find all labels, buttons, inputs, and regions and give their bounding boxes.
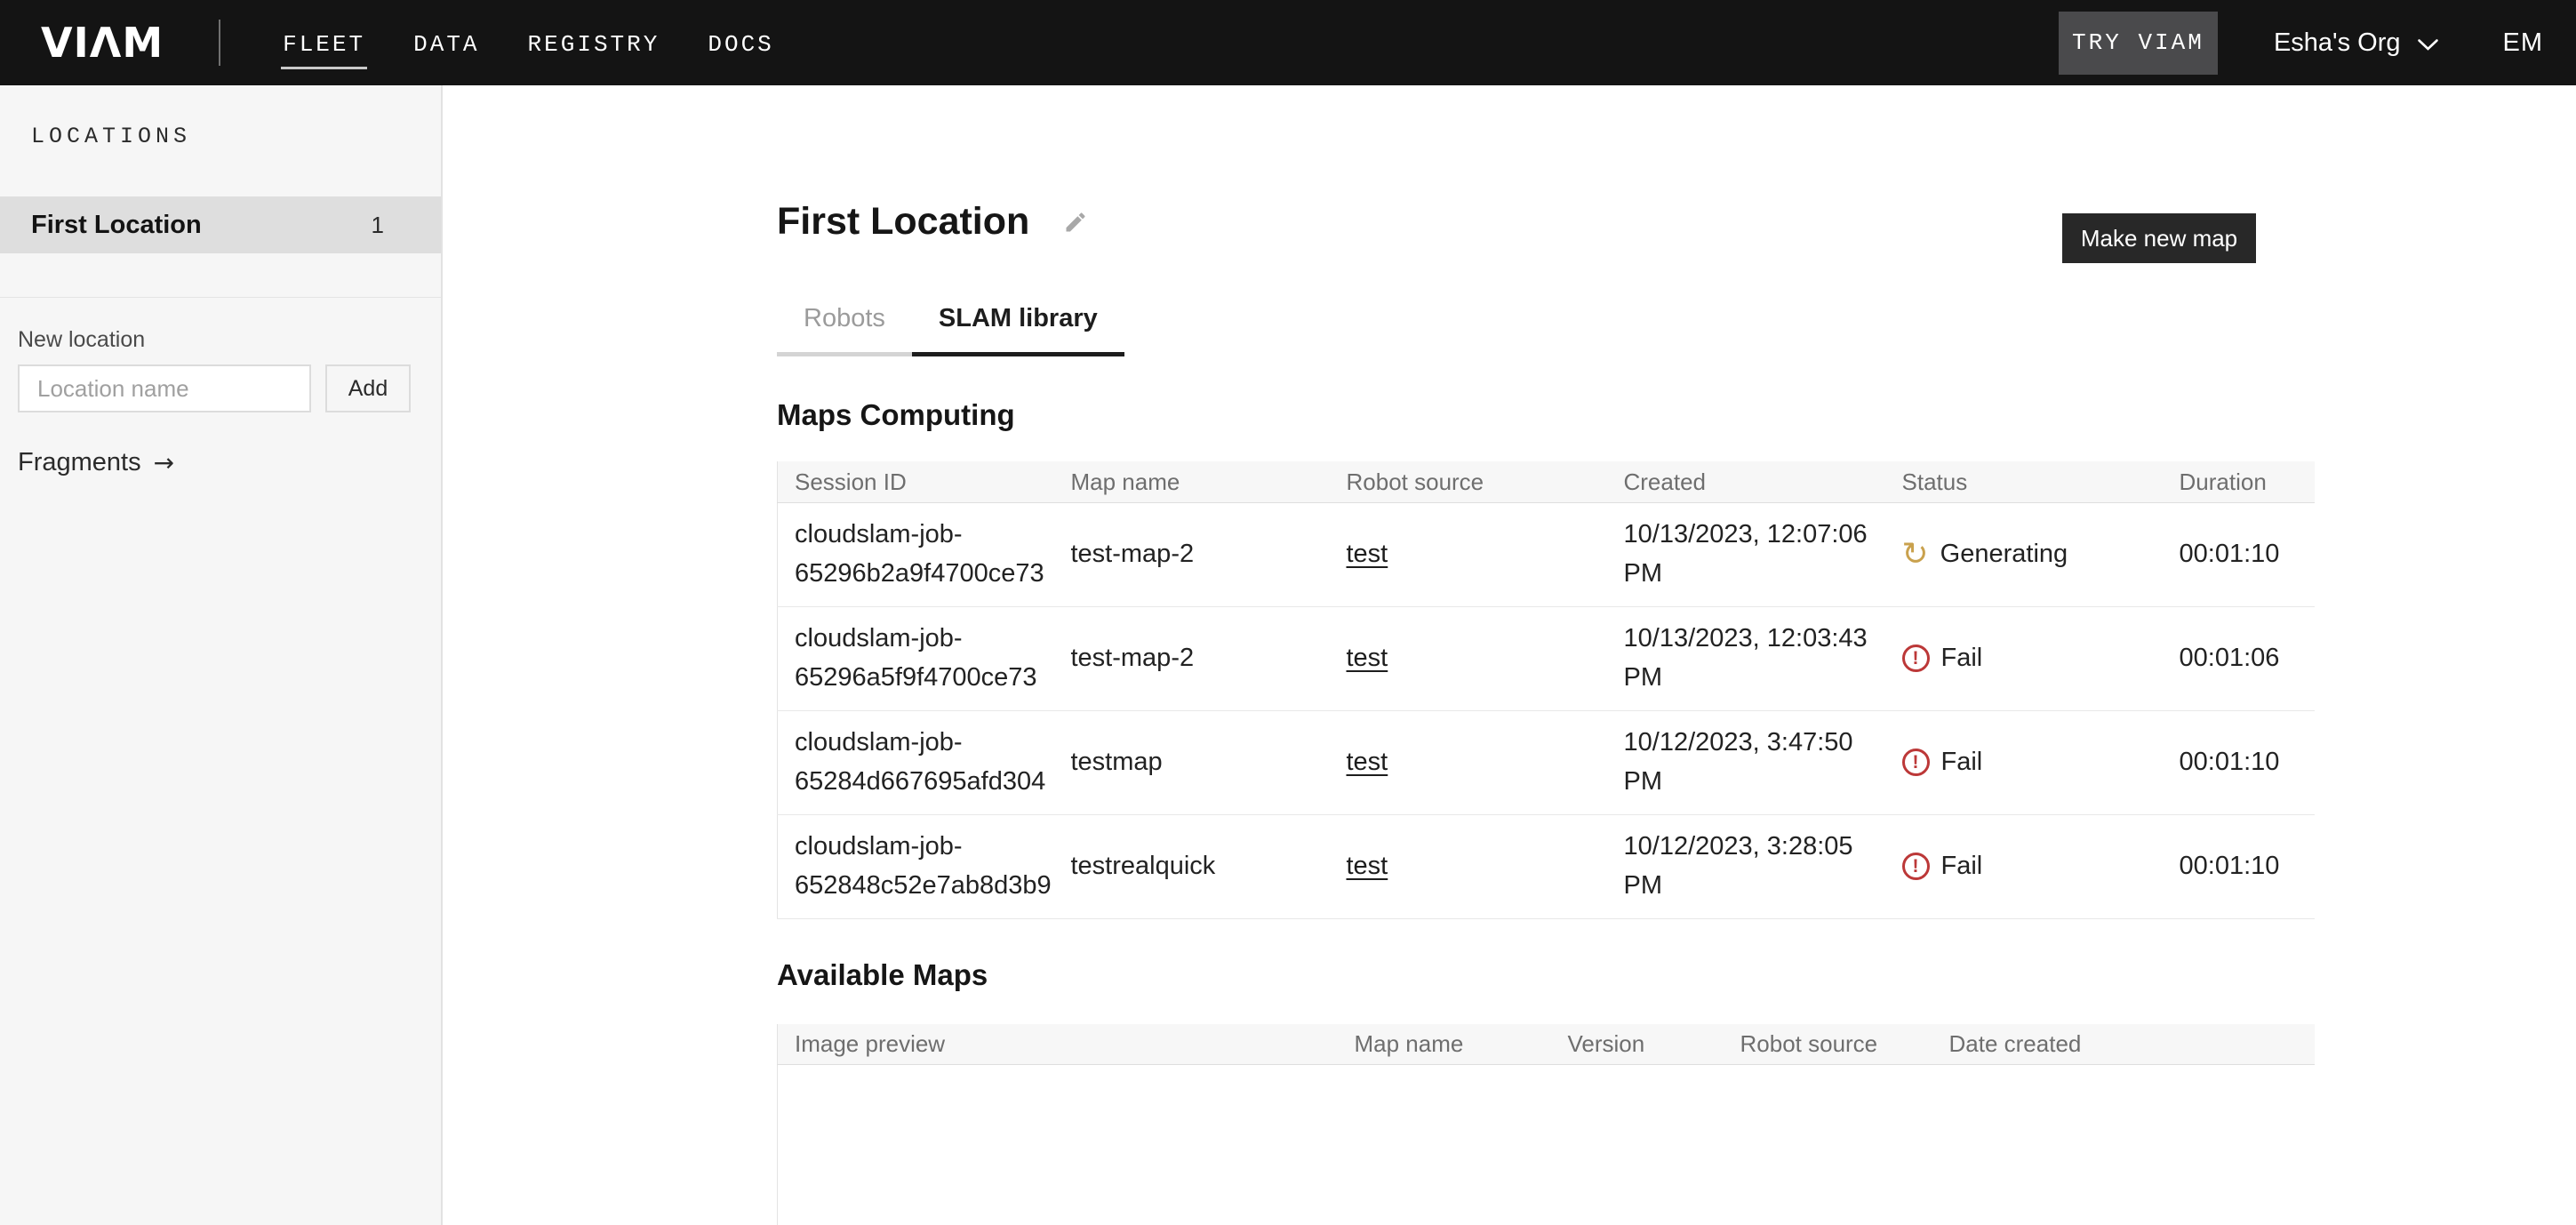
created-cell: 10/12/2023, 3:47:50 PM <box>1607 710 1885 814</box>
nav-item[interactable]: DATA <box>412 20 481 69</box>
table-row: cloudslam-job-65296a5f9f4700ce73 test-ma… <box>778 606 2315 710</box>
locations-sidebar: LOCATIONS First Location 1 New location … <box>0 85 443 1225</box>
column-header: Status <box>1885 461 2163 502</box>
status-badge: ↻ ! Generating <box>1902 535 2163 574</box>
status-label: Fail <box>1941 847 1983 886</box>
nav-item[interactable]: DOCS <box>706 20 775 69</box>
session-id-cell: cloudslam-job-65284d667695afd304 <box>778 710 1054 814</box>
generating-refresh-icon: ↻ <box>1902 539 1929 571</box>
map-name-cell: test-map-2 <box>1054 606 1330 710</box>
maps-computing-heading: Maps Computing <box>777 398 2314 432</box>
tab[interactable]: SLAM library <box>912 304 1124 356</box>
duration-cell: 00:01:10 <box>2163 710 2315 814</box>
table-row: cloudslam-job-65284d667695afd304 testmap… <box>778 710 2315 814</box>
status-badge: ↻ ! Fail <box>1902 639 2163 678</box>
fail-alert-icon: ! <box>1902 645 1930 672</box>
arrow-right-icon: → <box>154 448 174 477</box>
fragments-link[interactable]: Fragments → <box>18 448 174 477</box>
column-header: Version <box>1551 1024 1724 1065</box>
location-robot-count: 1 <box>372 212 384 239</box>
robot-source-link[interactable]: test <box>1347 540 1388 568</box>
created-cell: 10/13/2023, 12:03:43 PM <box>1607 606 1885 710</box>
make-new-map-button[interactable]: Make new map <box>2062 213 2256 263</box>
column-header: Duration <box>2163 461 2315 502</box>
locations-heading: LOCATIONS <box>31 124 441 149</box>
column-header: Date created <box>1932 1024 2315 1065</box>
fail-alert-icon: ! <box>1902 853 1930 880</box>
created-cell: 10/13/2023, 12:07:06 PM <box>1607 502 1885 606</box>
duration-cell: 00:01:10 <box>2163 814 2315 918</box>
robot-source-link[interactable]: test <box>1347 644 1388 672</box>
available-maps-header-row: Image previewMap nameVersionRobot source… <box>778 1024 2315 1065</box>
new-location-label: New location <box>18 327 441 353</box>
status-badge: ↻ ! Fail <box>1902 743 2163 782</box>
status-label: Generating <box>1940 535 2068 574</box>
fragments-label: Fragments <box>18 448 141 477</box>
chevron-down-icon <box>2417 38 2439 52</box>
try-viam-button[interactable]: TRY VIAM <box>2059 12 2218 75</box>
maps-computing-body: cloudslam-job-65296b2a9f4700ce73 test-ma… <box>778 502 2315 918</box>
map-name-cell: test-map-2 <box>1054 502 1330 606</box>
column-header: Map name <box>1054 461 1330 502</box>
user-initials[interactable]: EM <box>2503 28 2544 58</box>
robot-source-link[interactable]: test <box>1347 852 1388 880</box>
edit-pencil-icon[interactable] <box>1063 210 1088 235</box>
org-name: Esha's Org <box>2274 28 2401 58</box>
maps-computing-header-row: Session IDMap nameRobot sourceCreatedSta… <box>778 461 2315 502</box>
map-name-cell: testmap <box>1054 710 1330 814</box>
location-name: First Location <box>31 211 202 240</box>
available-maps-heading: Available Maps <box>777 958 2314 992</box>
robot-source-link[interactable]: test <box>1347 748 1388 776</box>
maps-computing-table: Session IDMap nameRobot sourceCreatedSta… <box>777 461 2315 919</box>
main-content: Make new map First Location Robots SLAM … <box>444 85 2576 1225</box>
session-id-cell: cloudslam-job-65296a5f9f4700ce73 <box>778 606 1054 710</box>
status-label: Fail <box>1941 743 1983 782</box>
session-id-cell: cloudslam-job-652848c52e7ab8d3b9 <box>778 814 1054 918</box>
column-header: Session ID <box>778 461 1054 502</box>
column-header: Image preview <box>778 1024 1338 1065</box>
fail-alert-icon: ! <box>1902 749 1930 776</box>
page-title: First Location <box>777 201 1029 243</box>
location-name-input[interactable] <box>18 364 311 412</box>
add-location-button[interactable]: Add <box>325 364 411 412</box>
status-label: Fail <box>1941 639 1983 678</box>
duration-cell: 00:01:06 <box>2163 606 2315 710</box>
column-header: Robot source <box>1724 1024 1932 1065</box>
sidebar-divider <box>0 297 441 298</box>
table-row: cloudslam-job-65296b2a9f4700ce73 test-ma… <box>778 502 2315 606</box>
nav-item[interactable]: REGISTRY <box>526 20 662 69</box>
locations-list: First Location 1 <box>0 196 441 253</box>
created-cell: 10/12/2023, 3:28:05 PM <box>1607 814 1885 918</box>
session-id-cell: cloudslam-job-65296b2a9f4700ce73 <box>778 502 1054 606</box>
top-nav: VIΛM FLEET DATA REGISTRY DOCS TRY VIAM E… <box>0 0 2576 85</box>
org-switcher[interactable]: Esha's Org <box>2274 28 2439 58</box>
table-row: cloudslam-job-652848c52e7ab8d3b9 testrea… <box>778 814 2315 918</box>
column-header: Map name <box>1338 1024 1551 1065</box>
available-maps-empty-body <box>777 1065 2314 1225</box>
primary-nav: FLEET DATA REGISTRY DOCS <box>281 0 776 85</box>
tab[interactable]: Robots <box>777 304 912 356</box>
nav-divider <box>219 20 220 66</box>
nav-item[interactable]: FLEET <box>281 20 367 69</box>
available-maps-table: Image previewMap nameVersionRobot source… <box>777 1024 2315 1066</box>
duration-cell: 00:01:10 <box>2163 502 2315 606</box>
viam-logo[interactable]: VIΛM <box>41 22 164 63</box>
status-badge: ↻ ! Fail <box>1902 847 2163 886</box>
column-header: Created <box>1607 461 1885 502</box>
location-tabs: Robots SLAM library <box>777 304 2314 356</box>
new-location-section: New location Add <box>18 327 441 412</box>
nav-right-cluster: TRY VIAM Esha's Org EM <box>2059 12 2554 75</box>
column-header: Robot source <box>1330 461 1607 502</box>
location-item[interactable]: First Location 1 <box>0 196 441 253</box>
map-name-cell: testrealquick <box>1054 814 1330 918</box>
